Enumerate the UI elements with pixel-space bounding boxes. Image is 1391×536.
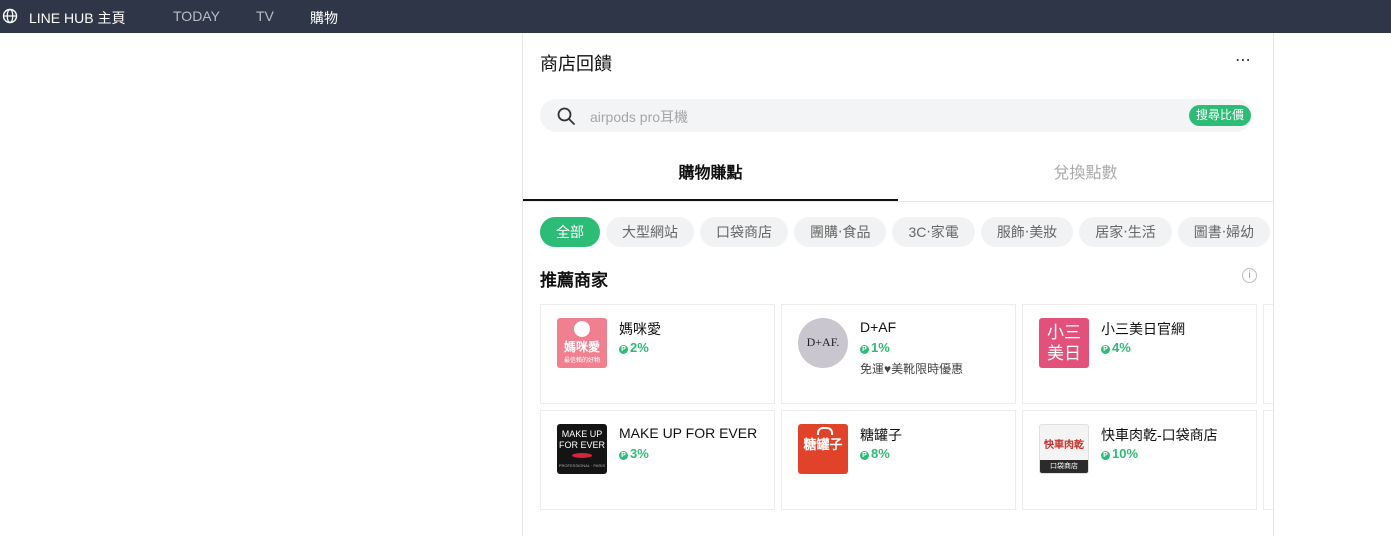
merchant-name: MAKE UP FOR EVER	[619, 425, 758, 441]
merchant-logo-tangguanzi: 糖罐子	[798, 424, 848, 474]
chip-large-sites[interactable]: 大型網站	[606, 217, 694, 247]
merchant-name: 糖罐子	[860, 427, 902, 443]
merchant-rate: P 2%	[619, 340, 649, 355]
merchant-logo-kuaiche: 快車肉乾 口袋商店	[1039, 424, 1089, 474]
tab-shop-earn-points[interactable]: 購物賺點	[523, 153, 898, 201]
nav-tv[interactable]: TV	[256, 8, 274, 24]
merchant-rate: P 8%	[860, 446, 890, 461]
point-icon: P	[619, 345, 628, 354]
merchant-card-daf[interactable]: D+AF. D+AF P 1% 免運♥美靴限時優惠	[781, 304, 1016, 404]
merchant-logo-makeupforever: MAKE UP FOR EVER PROFESSIONAL · PARIS	[557, 424, 607, 474]
point-icon: P	[619, 451, 628, 460]
search-bar: 搜尋比價	[540, 99, 1252, 132]
shop-reward-panel: 商店回饋 ⋯ 搜尋比價 購物賺點 兌換點數 全部大型網站口袋商店團購‧食品3C‧…	[522, 33, 1274, 536]
nav-shopping[interactable]: 購物	[310, 8, 338, 28]
chip-pocket-shops[interactable]: 口袋商店	[700, 217, 788, 247]
merchant-rate: P 3%	[619, 446, 649, 461]
search-icon	[557, 107, 575, 125]
merchant-card-partial[interactable]	[1263, 410, 1273, 510]
top-nav-bar: LINE HUB 主頁 TODAY TV 購物	[0, 0, 1391, 33]
chip-books-baby[interactable]: 圖書‧婦幼	[1177, 217, 1271, 247]
merchant-promo: 免運♥美靴限時優惠	[860, 362, 964, 376]
merchant-rate: P 4%	[1101, 340, 1131, 355]
merchant-card-partial[interactable]	[1263, 304, 1273, 404]
tab-redeem-points[interactable]: 兌換點數	[898, 153, 1273, 200]
merchant-card-kuaiche[interactable]: 快車肉乾 口袋商店 快車肉乾-口袋商店 P 10%	[1022, 410, 1257, 510]
point-icon: P	[860, 345, 869, 354]
tab-bar: 購物賺點 兌換點數	[523, 153, 1273, 202]
search-input[interactable]	[588, 105, 1152, 128]
page-title: 商店回饋	[540, 54, 612, 74]
merchant-logo-xiaosan: 小三美日	[1039, 318, 1089, 368]
category-chips: 全部 大型網站 口袋商店 團購‧食品 3C‧家電 服飾‧美妝 居家‧生活 圖書‧婦幼	[540, 217, 1273, 247]
point-icon: P	[1101, 451, 1110, 460]
merchant-card-tangguanzi[interactable]: 糖罐子 糖罐子 P 8%	[781, 410, 1016, 510]
info-icon[interactable]: i	[1242, 268, 1257, 283]
more-options-icon[interactable]: ⋯	[1235, 50, 1252, 70]
merchant-name: 媽咪愛	[619, 321, 661, 337]
merchant-logo-mamiai: 媽咪愛 最信賴的好物	[557, 318, 607, 368]
merchant-card-xiaosan[interactable]: 小三美日 小三美日官網 P 4%	[1022, 304, 1257, 404]
search-compare-button[interactable]: 搜尋比價	[1189, 105, 1251, 126]
merchant-name: 快車肉乾-口袋商店	[1101, 427, 1218, 443]
chip-home-living[interactable]: 居家‧生活	[1079, 217, 1172, 247]
merchant-rate: P 1%	[860, 340, 890, 355]
merchant-logo-daf: D+AF.	[798, 318, 848, 368]
point-icon: P	[1101, 345, 1110, 354]
point-icon: P	[860, 451, 869, 460]
section-title: 推薦商家	[540, 271, 608, 290]
globe-icon[interactable]	[2, 8, 18, 24]
merchant-name: D+AF	[860, 319, 897, 335]
chip-fashion-beauty[interactable]: 服飾‧美妝	[980, 217, 1074, 247]
merchant-name: 小三美日官網	[1101, 321, 1185, 337]
chip-group-food[interactable]: 團購‧食品	[794, 217, 887, 247]
brand-home-link[interactable]: LINE HUB 主頁	[29, 8, 125, 28]
chip-3c-appliances[interactable]: 3C‧家電	[892, 217, 975, 247]
merchant-card-makeupforever[interactable]: MAKE UP FOR EVER PROFESSIONAL · PARIS MA…	[540, 410, 775, 510]
merchant-rate: P 10%	[1101, 446, 1138, 461]
merchant-card-mamiai[interactable]: 媽咪愛 最信賴的好物 媽咪愛 P 2%	[540, 304, 775, 404]
chip-all[interactable]: 全部	[540, 217, 600, 247]
nav-today[interactable]: TODAY	[173, 8, 220, 24]
